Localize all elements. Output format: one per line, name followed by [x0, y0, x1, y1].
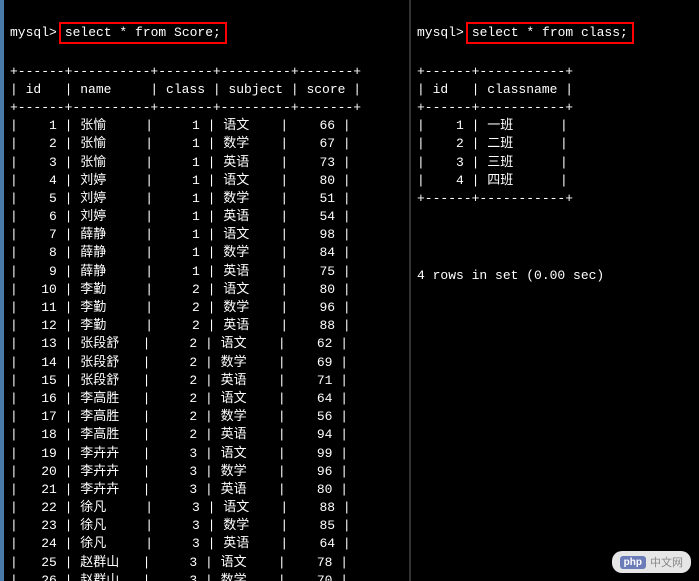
table-row: | 2 | 张愉 | 1 | 数学 | 67 | — [10, 135, 403, 153]
class-table: +------+-----------+| id | classname |+-… — [417, 63, 693, 209]
table-row: | 4 | 刘婷 | 1 | 语文 | 80 | — [10, 172, 403, 190]
query-highlight-box: select * from class; — [466, 22, 634, 44]
table-row: | 18 | 李高胜 | 2 | 英语 | 94 | — [10, 426, 403, 444]
table-row: | 16 | 李高胜 | 2 | 语文 | 64 | — [10, 390, 403, 408]
watermark: php 中文网 — [612, 551, 691, 573]
table-row: | 4 | 四班 | — [417, 172, 693, 190]
table-row: | 19 | 李卉卉 | 3 | 语文 | 99 | — [10, 445, 403, 463]
table-header-row: | id | name | class | subject | score | — [10, 81, 403, 99]
table-row: | 9 | 薛静 | 1 | 英语 | 75 | — [10, 263, 403, 281]
table-row: | 20 | 李卉卉 | 3 | 数学 | 96 | — [10, 463, 403, 481]
mysql-prompt: mysql> — [417, 24, 464, 42]
table-row: | 3 | 张愉 | 1 | 英语 | 73 | — [10, 154, 403, 172]
table-row: | 15 | 张段舒 | 2 | 英语 | 71 | — [10, 372, 403, 390]
table-row: | 1 | 一班 | — [417, 117, 693, 135]
mysql-prompt: mysql> — [10, 24, 57, 42]
table-row: | 3 | 三班 | — [417, 154, 693, 172]
table-row: | 2 | 二班 | — [417, 135, 693, 153]
table-row: | 26 | 赵群山 | 3 | 数学 | 70 | — [10, 572, 403, 581]
table-row: | 8 | 薛静 | 1 | 数学 | 84 | — [10, 244, 403, 262]
table-row: | 21 | 李卉卉 | 3 | 英语 | 80 | — [10, 481, 403, 499]
empty-line — [417, 226, 693, 244]
right-terminal: mysql> select * from class; +------+----… — [410, 0, 699, 581]
table-row: | 7 | 薛静 | 1 | 语文 | 98 | — [10, 226, 403, 244]
left-prompt-line: mysql> select * from Score; — [10, 22, 403, 44]
table-row: | 23 | 徐凡 | 3 | 数学 | 85 | — [10, 517, 403, 535]
right-prompt-line: mysql> select * from class; — [417, 22, 693, 44]
right-result-message: 4 rows in set (0.00 sec) — [417, 267, 693, 285]
table-row: | 1 | 张愉 | 1 | 语文 | 66 | — [10, 117, 403, 135]
table-separator: +------+----------+-------+---------+---… — [10, 63, 403, 81]
table-row: | 24 | 徐凡 | 3 | 英语 | 64 | — [10, 535, 403, 553]
table-separator: +------+-----------+ — [417, 99, 693, 117]
watermark-text: 中文网 — [650, 554, 683, 570]
table-row: | 11 | 李勤 | 2 | 数学 | 96 | — [10, 299, 403, 317]
table-row: | 12 | 李勤 | 2 | 英语 | 88 | — [10, 317, 403, 335]
table-separator: +------+-----------+ — [417, 63, 693, 81]
table-row: | 6 | 刘婷 | 1 | 英语 | 54 | — [10, 208, 403, 226]
table-row: | 17 | 李高胜 | 2 | 数学 | 56 | — [10, 408, 403, 426]
score-table: +------+----------+-------+---------+---… — [10, 63, 403, 581]
sql-query-right: select * from class; — [472, 25, 628, 40]
table-header-row: | id | classname | — [417, 81, 693, 99]
table-separator: +------+----------+-------+---------+---… — [10, 99, 403, 117]
table-separator: +------+-----------+ — [417, 190, 693, 208]
table-row: | 14 | 张段舒 | 2 | 数学 | 69 | — [10, 354, 403, 372]
php-badge: php — [620, 556, 646, 569]
table-row: | 10 | 李勤 | 2 | 语文 | 80 | — [10, 281, 403, 299]
left-terminal: mysql> select * from Score; +------+----… — [0, 0, 410, 581]
table-row: | 5 | 刘婷 | 1 | 数学 | 51 | — [10, 190, 403, 208]
table-row: | 13 | 张段舒 | 2 | 语文 | 62 | — [10, 335, 403, 353]
query-highlight-box: select * from Score; — [59, 22, 227, 44]
sql-query-left: select * from Score; — [65, 25, 221, 40]
table-row: | 25 | 赵群山 | 3 | 语文 | 78 | — [10, 554, 403, 572]
table-row: | 22 | 徐凡 | 3 | 语文 | 88 | — [10, 499, 403, 517]
